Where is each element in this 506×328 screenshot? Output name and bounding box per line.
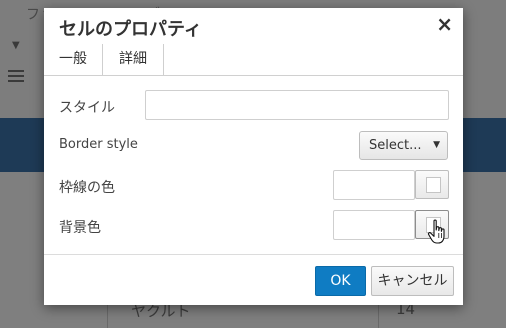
hand-cursor-icon <box>427 219 445 244</box>
tab-bar: 一般 詳細 <box>44 44 463 76</box>
border-style-select[interactable]: Select... ▼ <box>359 131 448 160</box>
border-color-label: 枠線の色 <box>59 180 115 196</box>
indent-icon <box>8 70 24 84</box>
border-color-input[interactable] <box>333 170 415 200</box>
border-color-picker-button[interactable] <box>415 170 449 199</box>
cell-properties-dialog: セルのプロパティ × 一般 詳細 スタイル Border style Selec… <box>44 8 463 305</box>
color-swatch-icon <box>426 177 441 193</box>
ok-button[interactable]: OK <box>315 266 366 296</box>
background-color-input[interactable] <box>333 210 415 240</box>
dialog-header: セルのプロパティ × <box>44 8 463 44</box>
tab-general[interactable]: 一般 <box>44 44 102 74</box>
close-icon[interactable]: × <box>436 14 453 34</box>
border-style-selected-value: Select... <box>369 138 422 153</box>
cancel-button[interactable]: キャンセル <box>371 266 454 296</box>
style-label: スタイル <box>59 100 115 116</box>
dropdown-arrow-icon: ▼ <box>12 40 20 51</box>
chevron-down-icon: ▼ <box>433 140 440 150</box>
style-input[interactable] <box>145 90 449 120</box>
background-color-label: 背景色 <box>59 220 101 236</box>
dialog-title: セルのプロパティ <box>59 19 202 40</box>
tab-advanced[interactable]: 詳細 <box>102 44 164 75</box>
border-style-label: Border style <box>59 137 138 152</box>
